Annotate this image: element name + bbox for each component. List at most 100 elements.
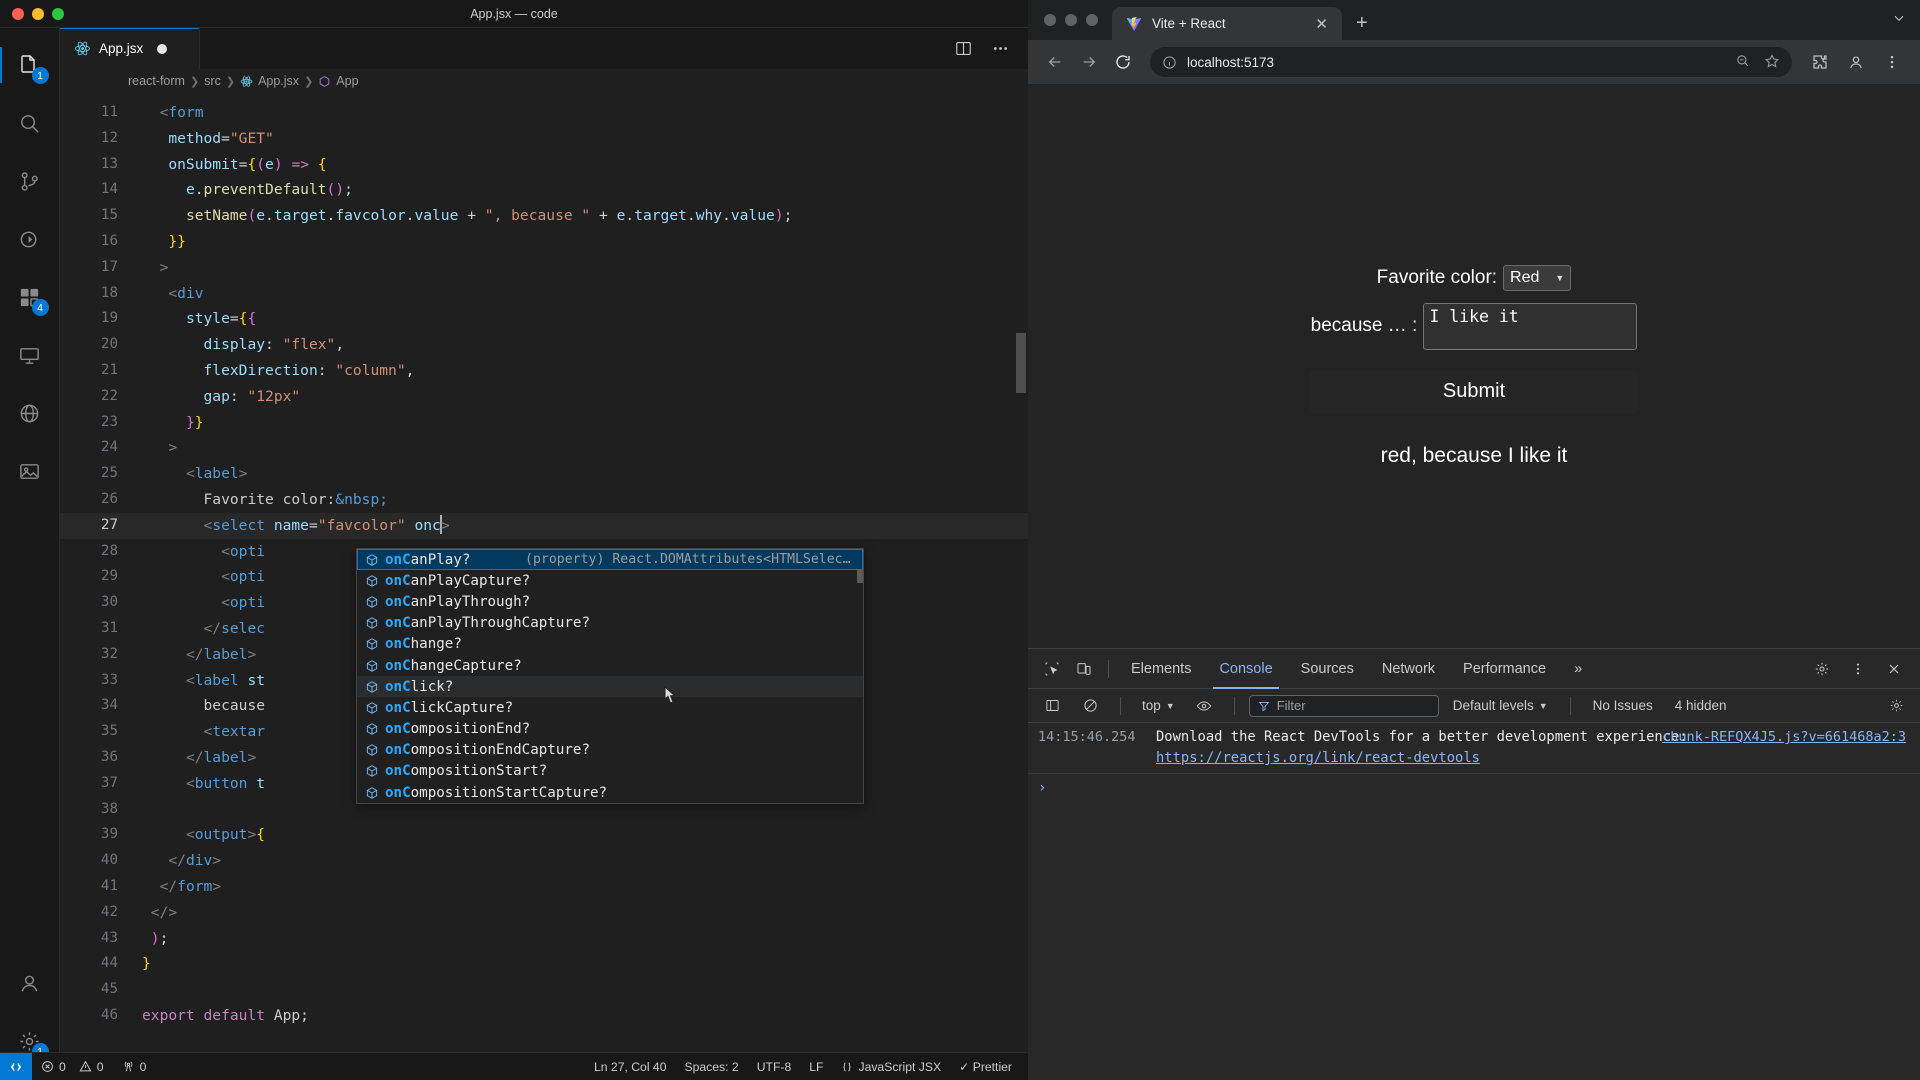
because-row: because … : I like it: [1311, 302, 1638, 350]
line-number: 38: [100, 800, 118, 817]
suggest-item[interactable]: onClickCapture?: [357, 697, 863, 718]
line-number: 31: [100, 619, 118, 636]
reload-icon[interactable]: [1108, 47, 1138, 77]
console-log-levels[interactable]: Default levels ▼: [1445, 698, 1556, 713]
devtools-tab-performance[interactable]: Performance: [1449, 649, 1560, 689]
more-actions-icon[interactable]: [991, 39, 1010, 58]
split-editor-icon[interactable]: [954, 39, 973, 58]
kebab-menu-icon[interactable]: [1842, 653, 1874, 685]
browser-window-menu-icon[interactable]: [1892, 11, 1920, 30]
activity-bar-item-extensions[interactable]: 4: [0, 268, 60, 326]
editor-tab-app-jsx[interactable]: App.jsx: [60, 28, 200, 69]
status-language-mode[interactable]: JavaScript JSX: [832, 1053, 950, 1080]
console-message: 14:15:46.254 Download the React DevTools…: [1028, 723, 1920, 774]
suggest-item[interactable]: onCompositionEndCapture?: [357, 740, 863, 761]
status-encoding[interactable]: UTF-8: [748, 1053, 801, 1080]
devtools-tab-console[interactable]: Console: [1205, 649, 1286, 689]
console-context-selector[interactable]: top ▼: [1135, 698, 1182, 713]
status-cursor-position[interactable]: Ln 27, Col 40: [585, 1053, 676, 1080]
console-output[interactable]: 14:15:46.254 Download the React DevTools…: [1028, 723, 1920, 1080]
forward-arrow-icon[interactable]: [1074, 47, 1104, 77]
activity-bar-item-explorer[interactable]: 1: [0, 36, 60, 94]
line-number: 23: [100, 413, 118, 430]
status-problems[interactable]: 0 0: [32, 1053, 113, 1080]
devtools-tab-overflow[interactable]: »: [1560, 649, 1596, 689]
activity-bar-item-image-preview[interactable]: [0, 442, 60, 500]
device-toolbar-icon[interactable]: [1068, 653, 1100, 685]
status-formatter[interactable]: ✓ Prettier: [950, 1053, 1028, 1080]
devtools-tab-network[interactable]: Network: [1368, 649, 1449, 689]
devtools-tab-sources[interactable]: Sources: [1287, 649, 1368, 689]
back-arrow-icon[interactable]: [1040, 47, 1070, 77]
devtools-tab-elements[interactable]: Elements: [1117, 649, 1205, 689]
kebab-menu-icon[interactable]: [1876, 53, 1908, 71]
console-settings-icon[interactable]: [1880, 690, 1912, 722]
code-line: 11 <form: [60, 100, 1028, 126]
favorite-color-form: Favorite color: Red ▼ because … : I like…: [1309, 264, 1639, 468]
browser-tab-close-icon[interactable]: ✕: [1311, 15, 1332, 33]
suggest-item[interactable]: onCompositionStartCapture?: [357, 782, 863, 803]
breadcrumb-item-file[interactable]: App.jsx: [240, 74, 299, 88]
code-editor[interactable]: 11 <form 12 method="GET" 13 onSubmit={(e…: [60, 93, 1028, 1080]
editor-scrollbar[interactable]: [1016, 333, 1026, 393]
browser-new-tab-button[interactable]: +: [1342, 7, 1382, 40]
console-message-link[interactable]: https://reactjs.org/link/react-devtools: [1156, 750, 1480, 766]
suggest-item[interactable]: onChangeCapture?: [357, 655, 863, 676]
profile-avatar-icon[interactable]: [1840, 53, 1872, 71]
address-bar[interactable]: localhost:5173: [1150, 47, 1792, 77]
browser-maximize-button[interactable]: [1086, 14, 1098, 26]
code-line: 23 }}: [60, 410, 1028, 436]
line-number: 19: [100, 310, 118, 327]
activity-bar-item-search[interactable]: [0, 94, 60, 152]
browser-tab[interactable]: Vite + React ✕: [1112, 7, 1342, 40]
bookmark-star-icon[interactable]: [1764, 53, 1780, 72]
activity-bar-item-remote-explorer[interactable]: [0, 326, 60, 384]
extensions-puzzle-icon[interactable]: [1804, 53, 1836, 71]
breadcrumb-item-src[interactable]: src: [204, 74, 221, 88]
intellisense-suggest-widget[interactable]: onCanPlay? (property) React.DOMAttribute…: [356, 548, 864, 805]
activity-bar-item-accounts[interactable]: [0, 954, 60, 1012]
activity-bar-item-azure[interactable]: [0, 384, 60, 442]
status-remote-indicator[interactable]: [0, 1052, 32, 1080]
console-issues-badge[interactable]: No Issues: [1585, 698, 1661, 713]
suggest-item[interactable]: onChange?: [357, 634, 863, 655]
status-eol[interactable]: LF: [800, 1053, 832, 1080]
favorite-color-select[interactable]: Red ▼: [1503, 264, 1572, 291]
status-indentation[interactable]: Spaces: 2: [676, 1053, 748, 1080]
suggest-item[interactable]: onCompositionStart?: [357, 761, 863, 782]
console-prompt[interactable]: ›: [1028, 774, 1920, 796]
clear-console-icon[interactable]: [1074, 690, 1106, 722]
suggest-item[interactable]: onCanPlayCapture?: [357, 570, 863, 591]
suggest-item[interactable]: onCanPlay? (property) React.DOMAttribute…: [357, 549, 863, 571]
suggest-item[interactable]: onCanPlayThrough?: [357, 591, 863, 612]
unsaved-indicator-icon[interactable]: [157, 43, 168, 54]
suggest-item-label: onClickCapture?: [385, 699, 514, 716]
because-textarea[interactable]: I like it: [1423, 302, 1638, 350]
devtools-panel: Elements Console Sources Network Perform…: [1028, 648, 1920, 1080]
close-icon[interactable]: [1878, 653, 1910, 685]
browser-close-button[interactable]: [1044, 14, 1056, 26]
inspect-element-icon[interactable]: [1036, 653, 1068, 685]
activity-bar-item-run-and-debug[interactable]: [0, 210, 60, 268]
breadcrumb-item-react-form[interactable]: react-form: [128, 74, 185, 88]
submit-button[interactable]: Submit: [1309, 369, 1639, 414]
suggest-item-label: onChange?: [385, 636, 462, 653]
suggest-item[interactable]: onCompositionEnd?: [357, 719, 863, 740]
status-ports[interactable]: 0: [113, 1053, 156, 1080]
console-message-source[interactable]: chunk-REFQX4J5.js?v=661468a2:3: [1662, 727, 1906, 748]
status-error-count: 0: [59, 1059, 66, 1074]
breadcrumb-item-symbol[interactable]: App: [318, 74, 359, 88]
console-sidebar-icon[interactable]: [1036, 690, 1068, 722]
console-filter-input[interactable]: Filter: [1248, 694, 1439, 717]
settings-gear-icon[interactable]: [1806, 653, 1838, 685]
suggest-item[interactable]: onCanPlayThroughCapture?: [357, 613, 863, 634]
browser-minimize-button[interactable]: [1065, 14, 1077, 26]
zoom-icon[interactable]: [1735, 53, 1750, 71]
live-expression-icon[interactable]: [1188, 690, 1220, 722]
browser-window-controls[interactable]: [1038, 0, 1112, 40]
code-line: 43 );: [60, 926, 1028, 952]
console-hidden-count[interactable]: 4 hidden: [1667, 698, 1735, 713]
activity-bar-item-source-control[interactable]: [0, 152, 60, 210]
suggest-item[interactable]: onClick?: [357, 676, 863, 698]
suggest-item-label: onClick?: [385, 678, 454, 695]
